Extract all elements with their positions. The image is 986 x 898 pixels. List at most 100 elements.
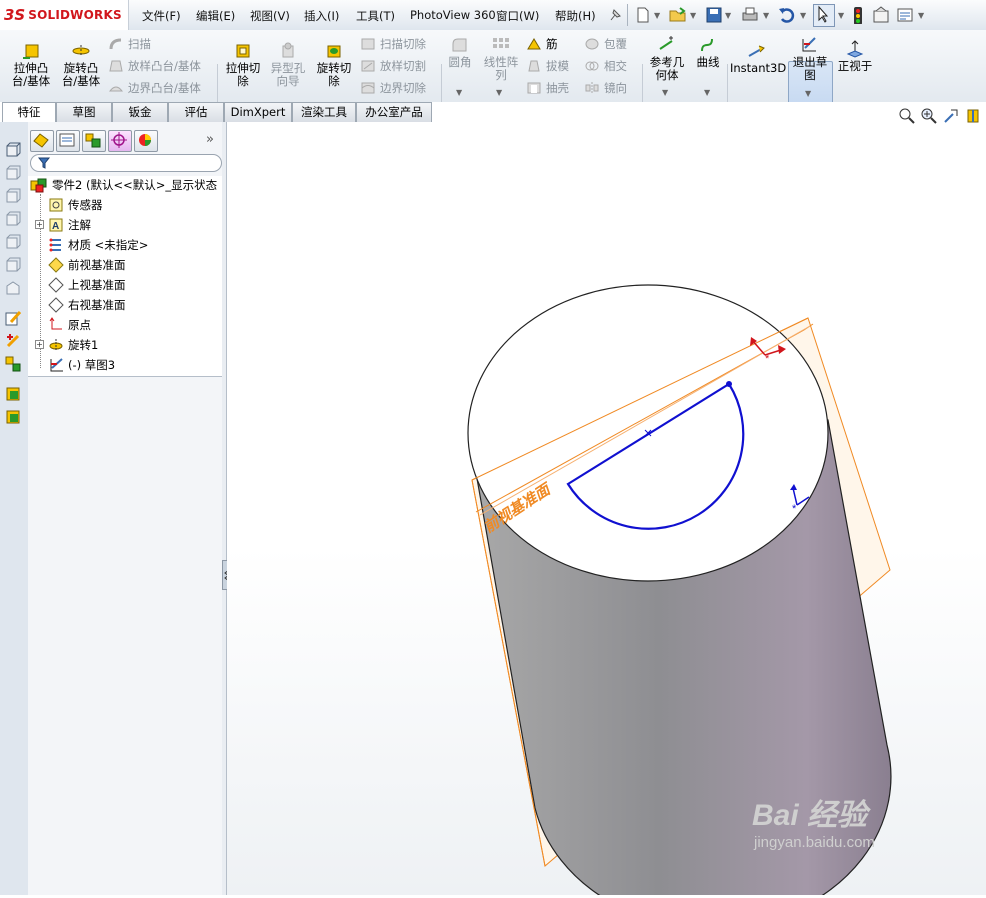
box-tool-5-icon[interactable] xyxy=(5,257,21,273)
new-dropdown-icon[interactable]: ▼ xyxy=(654,11,660,20)
tree-item-top-plane[interactable]: 上视基准面 xyxy=(48,276,126,294)
reference-geometry-button[interactable]: 参考几 何体 xyxy=(646,36,688,82)
tree-root-part[interactable]: 零件2 (默认<<默认>_显示状态 xyxy=(30,176,217,194)
exit-sketch-content[interactable]: 退出草 图 xyxy=(789,36,831,82)
graphics-area[interactable]: * * 前视基准面 Bai 经验 jingyan.baidu.com xyxy=(227,108,986,898)
previous-view-icon[interactable] xyxy=(943,108,959,124)
part-tool-icon[interactable] xyxy=(5,386,21,402)
expand-revolve-icon[interactable]: + xyxy=(35,340,44,349)
wrap-button[interactable]: 包覆 xyxy=(584,36,627,52)
customize-icon[interactable] xyxy=(896,6,914,24)
boundary-boss-button[interactable]: 边界凸台/基体 xyxy=(108,80,201,96)
tree-item-front-plane[interactable]: 前视基准面 xyxy=(48,256,126,274)
tab-render-tools[interactable]: 渲染工具 xyxy=(292,102,356,122)
pin-icon[interactable] xyxy=(606,6,624,24)
tree-item-sensors[interactable]: 传感器 xyxy=(48,196,103,214)
tab-property-manager[interactable] xyxy=(56,130,80,152)
extrude-boss-button[interactable]: 拉伸凸 台/基体 xyxy=(8,42,54,88)
tree-item-material[interactable]: 材质 <未指定> xyxy=(48,236,148,254)
tree-item-origin[interactable]: 原点 xyxy=(48,316,91,334)
assembly-tool-icon[interactable] xyxy=(5,409,21,425)
open-folder-icon[interactable] xyxy=(668,6,688,24)
extrude-tool-icon[interactable] xyxy=(5,142,21,158)
open-dropdown-icon[interactable]: ▼ xyxy=(690,11,696,20)
extrude-cut-button[interactable]: 拉伸切 除 xyxy=(221,42,265,88)
relations-icon[interactable] xyxy=(5,356,21,372)
tab-display-manager[interactable] xyxy=(134,130,158,152)
menu-file[interactable]: 文件(F) xyxy=(142,8,181,24)
save-dropdown-icon[interactable]: ▼ xyxy=(725,11,731,20)
expand-panel-icon[interactable]: » xyxy=(206,132,214,147)
menu-edit[interactable]: 编辑(E) xyxy=(196,8,235,24)
curves-dropdown-icon[interactable]: ▼ xyxy=(704,88,710,97)
tab-feature-tree[interactable] xyxy=(30,130,54,152)
box-tool-icon[interactable] xyxy=(5,165,21,181)
customize-dropdown-icon[interactable]: ▼ xyxy=(918,11,924,20)
tab-features[interactable]: 特征 xyxy=(2,102,56,123)
zoom-to-fit-icon[interactable] xyxy=(899,108,915,124)
rebuild-icon[interactable] xyxy=(852,6,864,24)
undo-icon[interactable] xyxy=(777,6,797,24)
tab-office-products[interactable]: 办公室产品 xyxy=(356,102,432,122)
undo-dropdown-icon[interactable]: ▼ xyxy=(800,11,806,20)
box-tool-4-icon[interactable] xyxy=(5,234,21,250)
fillet-dropdown-icon[interactable]: ▼ xyxy=(456,88,462,97)
select-button[interactable] xyxy=(813,4,835,27)
new-document-icon[interactable] xyxy=(634,6,652,24)
zoom-area-icon[interactable] xyxy=(921,108,937,124)
menu-help[interactable]: 帮助(H) xyxy=(555,8,596,24)
exit-sketch-dropdown-icon[interactable]: ▼ xyxy=(805,89,811,98)
feature-filter-input[interactable] xyxy=(30,154,222,172)
tree-item-sketch3[interactable]: (-) 草图3 xyxy=(48,356,115,374)
expand-annotations-icon[interactable]: + xyxy=(35,220,44,229)
section-view-icon[interactable] xyxy=(965,108,981,124)
smart-dimension-icon[interactable] xyxy=(5,333,21,349)
loft-cut-button[interactable]: 放样切割 xyxy=(360,58,426,74)
tree-item-annotations[interactable]: A 注解 xyxy=(48,216,91,234)
sketch-endpoint[interactable] xyxy=(726,381,732,387)
menu-view[interactable]: 视图(V) xyxy=(250,8,290,24)
tab-sketch[interactable]: 草图 xyxy=(56,102,112,122)
solidworks-logo[interactable]: 3S SOLIDWORKS xyxy=(0,0,129,30)
linear-pattern-button[interactable]: 线性阵 列 xyxy=(480,36,522,82)
menu-tools[interactable]: 工具(T) xyxy=(356,8,395,24)
intersect-button[interactable]: 相交 xyxy=(584,58,627,74)
select-dropdown-icon[interactable]: ▼ xyxy=(838,11,844,20)
draft-button[interactable]: 拔模 xyxy=(526,58,569,74)
instant3d-button[interactable]: Instant3D xyxy=(730,44,786,75)
tab-evaluate[interactable]: 评估 xyxy=(168,102,224,122)
pattern-dropdown-icon[interactable]: ▼ xyxy=(496,88,502,97)
reference-dropdown-icon[interactable]: ▼ xyxy=(662,88,668,97)
print-dropdown-icon[interactable]: ▼ xyxy=(763,11,769,20)
rib-button[interactable]: 筋 xyxy=(526,36,558,52)
tab-dimxpert-manager[interactable] xyxy=(108,130,132,152)
tab-dimxpert[interactable]: DimXpert xyxy=(224,102,292,122)
cylinder-model-view[interactable]: * * 前视基准面 xyxy=(227,122,986,898)
menu-window[interactable]: 窗口(W) xyxy=(496,8,539,24)
shell-button[interactable]: 抽壳 xyxy=(526,80,569,96)
revolve-boss-button[interactable]: 旋转凸 台/基体 xyxy=(58,42,104,88)
options-icon[interactable] xyxy=(872,6,890,24)
curves-button[interactable]: 曲线 xyxy=(692,36,724,69)
tab-configuration-manager[interactable] xyxy=(82,130,106,152)
save-icon[interactable] xyxy=(705,6,723,24)
menu-photoview[interactable]: PhotoView 360 xyxy=(410,8,496,22)
sweep-cut-button[interactable]: 扫描切除 xyxy=(360,36,426,52)
normal-to-button[interactable]: 正视于 xyxy=(834,40,876,73)
sketch-pencil-icon[interactable] xyxy=(5,310,21,326)
loft-boss-button[interactable]: 放样凸台/基体 xyxy=(108,58,201,74)
box-tool-3-icon[interactable] xyxy=(5,211,21,227)
tree-item-revolve1[interactable]: 旋转1 xyxy=(48,336,98,354)
hole-wizard-button[interactable]: 异型孔 向导 xyxy=(266,42,310,88)
mirror-button[interactable]: 镜向 xyxy=(584,80,627,96)
tab-sheet-metal[interactable]: 钣金 xyxy=(112,102,168,122)
boundary-cut-button[interactable]: 边界切除 xyxy=(360,80,426,96)
box-tool-6-icon[interactable] xyxy=(5,280,21,296)
tree-item-right-plane[interactable]: 右视基准面 xyxy=(48,296,126,314)
menu-insert[interactable]: 插入(I) xyxy=(304,8,339,24)
print-icon[interactable] xyxy=(740,6,760,24)
box-tool-2-icon[interactable] xyxy=(5,188,21,204)
fillet-button[interactable]: 圆角 xyxy=(445,36,475,69)
sweep-button[interactable]: 扫描 xyxy=(108,36,151,52)
revolve-cut-button[interactable]: 旋转切 除 xyxy=(312,42,356,88)
